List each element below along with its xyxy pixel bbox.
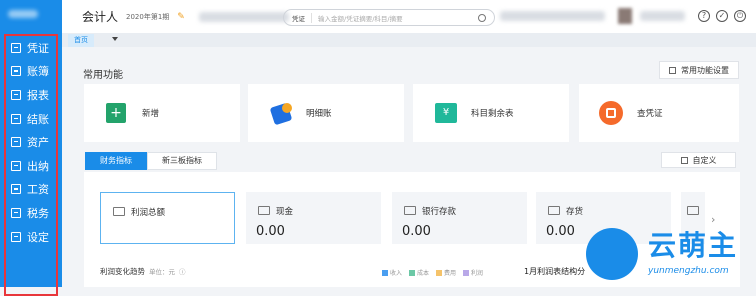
check-icon[interactable]: ✓ (716, 10, 728, 22)
chevron-down-icon[interactable] (112, 37, 118, 41)
trend-unit: 单位：元 (149, 268, 175, 276)
info-icon: ⓘ (179, 268, 186, 276)
yuan-book-icon: ¥ (433, 101, 457, 125)
watermark-url: yunmengzhu.com (648, 266, 729, 276)
quick-item-voucher[interactable]: 查凭证 (579, 84, 739, 142)
tab-financial-indicators[interactable]: 财务指标 (85, 152, 147, 170)
metric-card[interactable]: 银行存款 0.00 (392, 192, 527, 244)
account-info (500, 11, 605, 21)
quick-item-label: 新增 (142, 109, 160, 119)
sidebar: 凭证 账簿 报表 结账 资产 出纳 工资 税务 设定 (0, 0, 62, 296)
tab-bar: 首页 (62, 33, 756, 47)
metric-value: 0.00 (402, 224, 431, 239)
bank-icon (404, 206, 416, 215)
metric-value: 0.00 (256, 224, 285, 239)
search-input[interactable]: 输入金额/凭证摘要/科目/摘要 (312, 13, 478, 23)
quick-settings-label: 常用功能设置 (681, 65, 729, 75)
period-label: 2020年第1期 (126, 12, 170, 21)
quick-item-add[interactable]: + 新增 (84, 84, 240, 142)
help-icon[interactable]: ? (698, 10, 710, 22)
metric-value: 0.00 (546, 224, 575, 239)
edit-period-icon[interactable]: ✎ (177, 12, 185, 22)
watermark-brand: 云萌主 (648, 229, 739, 262)
quick-item-balance[interactable]: ¥ 科目剩余表 (413, 84, 569, 142)
metric-icon (687, 206, 699, 215)
metric-name: 现金 (276, 207, 294, 217)
quick-settings-button[interactable]: 常用功能设置 (659, 61, 739, 79)
logo (0, 0, 62, 28)
legend-item[interactable]: 利润 (463, 268, 483, 277)
cash-icon (258, 206, 270, 215)
profit-structure-title: 1月利润表结构分 (524, 267, 586, 276)
app-title: 会计人 (82, 10, 119, 24)
tag-icon (268, 101, 293, 126)
metric-card[interactable]: 现金 0.00 (246, 192, 381, 244)
tab-home[interactable]: 首页 (68, 34, 94, 47)
avatar[interactable] (618, 8, 632, 24)
quick-item-label: 查凭证 (637, 109, 663, 119)
add-icon: + (104, 101, 128, 125)
metric-card[interactable]: 利润总额 (100, 192, 235, 244)
grid-icon (680, 156, 688, 164)
metric-name: 存货 (566, 207, 584, 217)
customize-button[interactable]: 自定义 (661, 152, 736, 168)
highlight-box (4, 34, 58, 296)
search-voucher-icon (599, 101, 623, 125)
chart-legend: 收入 成本 费用 利润 (382, 268, 490, 277)
company-name (198, 11, 289, 22)
trend-title: 利润变化趋势 单位：元 ⓘ (100, 266, 186, 277)
profit-icon (113, 207, 125, 216)
search-bar[interactable]: 凭证 输入金额/凭证摘要/科目/摘要 (283, 9, 495, 26)
metric-name: 利润总额 (131, 208, 166, 218)
quick-item-detail-ledger[interactable]: 明细账 (248, 84, 404, 142)
legend-item[interactable]: 费用 (436, 268, 456, 277)
quick-item-label: 科目剩余表 (471, 109, 514, 119)
legend-item[interactable]: 成本 (409, 268, 429, 277)
watermark-logo (586, 228, 638, 280)
user-name[interactable] (640, 11, 685, 21)
power-icon[interactable]: ⏻ (734, 10, 746, 22)
metric-name: 银行存款 (422, 207, 457, 217)
trend-title-text: 利润变化趋势 (100, 267, 145, 276)
customize-label: 自定义 (692, 155, 717, 165)
tab-neeq-indicators[interactable]: 新三板指标 (147, 152, 217, 170)
copy-icon (669, 66, 676, 74)
legend-item[interactable]: 收入 (382, 268, 402, 277)
watermark: 云萌主 yunmengzhu.com (586, 222, 754, 286)
search-icon[interactable] (478, 13, 486, 22)
quick-functions-title: 常用功能 (83, 70, 123, 81)
inventory-icon (548, 206, 560, 215)
quick-item-label: 明细账 (306, 109, 332, 119)
search-type-select[interactable]: 凭证 (284, 12, 312, 23)
metric-tabs: 财务指标 新三板指标 (85, 152, 217, 170)
